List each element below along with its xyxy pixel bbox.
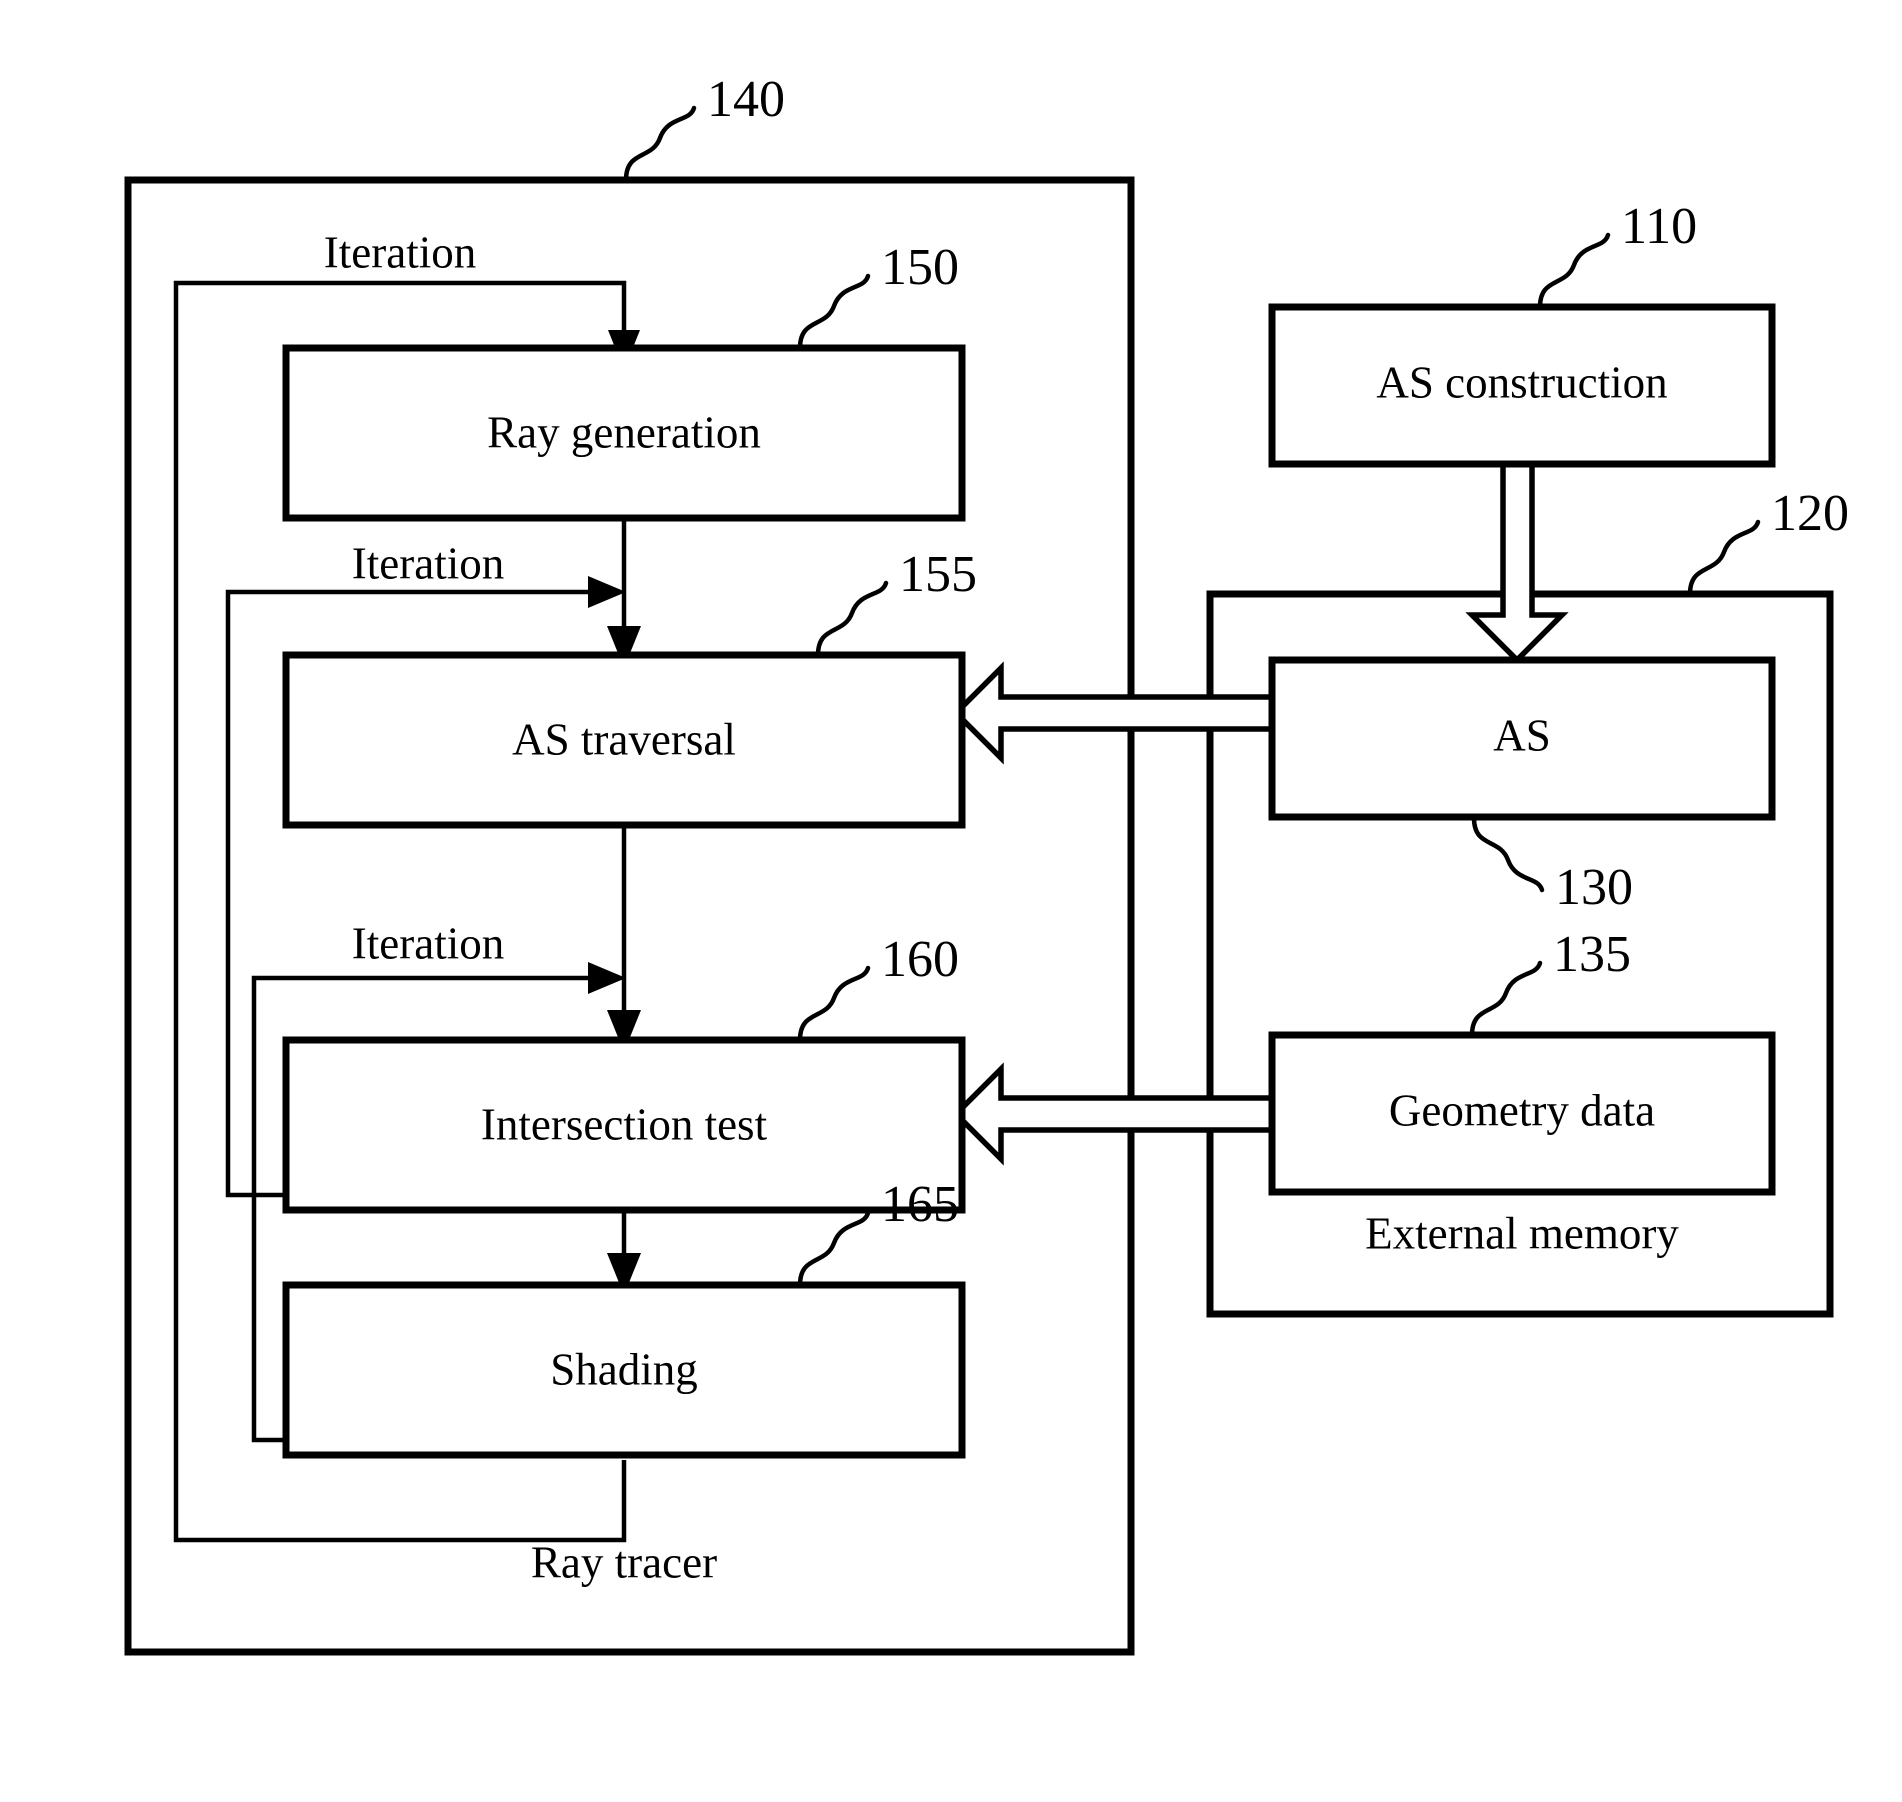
intersection-iteration-arrowhead (588, 962, 626, 994)
data-flow-arrow-geometrydata-to-intersectiontest (952, 1062, 1285, 1166)
as-traversal-iteration-arrowhead (588, 576, 626, 608)
block-ray-generation-label: Ray generation (487, 407, 761, 457)
caption-ray-tracer: Ray tracer (531, 1537, 717, 1587)
leader-120 (1687, 519, 1761, 597)
block-geometry-data-label: Geometry data (1389, 1085, 1655, 1135)
data-flow-arrow-asconstruction-to-as (1465, 461, 1569, 664)
leader-140 (623, 105, 697, 183)
iteration-label-intersection: Iteration (352, 918, 504, 968)
block-as-label: AS (1493, 710, 1551, 760)
leader-135 (1469, 960, 1543, 1038)
patent-diagram: Ray generation AS traversal Intersection… (124, 71, 1849, 1656)
ref-number-120: 120 (1771, 485, 1849, 542)
leader-160 (797, 965, 871, 1043)
iteration-label-as-traversal: Iteration (352, 538, 504, 588)
ref-number-140: 140 (707, 71, 785, 128)
caption-external-memory: External memory (1365, 1208, 1679, 1258)
figure-canvas: Ray generation AS traversal Intersection… (0, 0, 1902, 1802)
block-intersection-test-label: Intersection test (481, 1099, 768, 1149)
leader-110 (1537, 232, 1611, 310)
ref-number-155: 155 (899, 546, 977, 603)
iteration-label-outer: Iteration (324, 227, 476, 277)
leader-150 (797, 273, 871, 351)
ref-number-130: 130 (1555, 859, 1633, 916)
ref-number-110: 110 (1621, 198, 1697, 255)
leader-130 (1471, 815, 1545, 893)
block-as-construction-label: AS construction (1376, 357, 1667, 407)
ref-number-135: 135 (1553, 926, 1631, 983)
leader-155 (815, 580, 889, 658)
ref-number-160: 160 (881, 931, 959, 988)
leader-165 (797, 1210, 871, 1288)
block-shading-label: Shading (550, 1344, 698, 1394)
block-as-traversal-label: AS traversal (512, 714, 736, 764)
data-flow-arrow-as-to-astraversal (952, 661, 1285, 765)
ref-number-165: 165 (881, 1176, 959, 1233)
ref-number-150: 150 (881, 239, 959, 296)
